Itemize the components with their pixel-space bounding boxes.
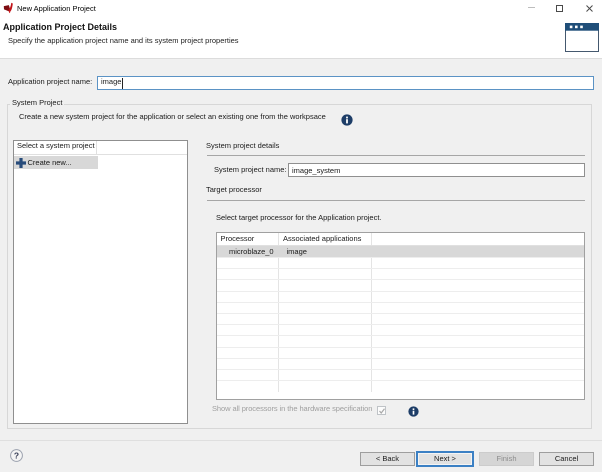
svg-text:?: ?	[14, 450, 19, 460]
